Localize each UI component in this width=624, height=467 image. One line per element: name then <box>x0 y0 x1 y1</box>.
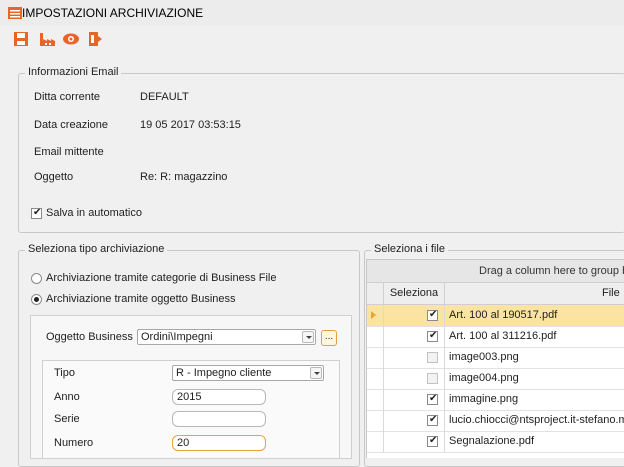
oggetto-business-dropdown[interactable] <box>302 331 314 343</box>
row-select-checkbox[interactable]: ✔ <box>427 414 438 426</box>
row-file-name: Art. 100 al 311216.pdf <box>449 330 557 342</box>
row-indicator <box>367 389 384 410</box>
anno-label: Anno <box>54 391 80 403</box>
serie-input[interactable] <box>172 411 266 427</box>
row-indicator <box>367 431 384 452</box>
row-file-name: image004.png <box>449 372 519 384</box>
table-row[interactable]: ✔ Art. 100 al 190517.pdf <box>367 305 624 327</box>
checkmark-icon: ✔ <box>429 414 438 425</box>
row-select-checkbox[interactable] <box>427 373 438 384</box>
tipo-dropdown[interactable] <box>310 367 322 379</box>
oggetto-business-value: Ordini\Impegni <box>141 331 213 343</box>
row-select-checkbox[interactable]: ✔ <box>427 393 438 405</box>
ditta-value: DEFAULT <box>140 91 189 103</box>
row-select-cell: ✔ <box>384 389 445 410</box>
factory-icon[interactable] <box>38 30 56 48</box>
row-indicator <box>367 347 384 368</box>
files-legend: Seleziona i file <box>371 243 448 255</box>
numero-value: 20 <box>177 437 190 449</box>
app-icon <box>8 7 22 19</box>
exit-icon[interactable] <box>86 30 104 48</box>
radio-selected-dot <box>34 297 39 302</box>
table-row[interactable]: ✔ lucio.chiocci@ntsproject.it-stefano.ma <box>367 410 624 432</box>
ditta-label: Ditta corrente <box>34 91 101 103</box>
column-header-select[interactable]: Seleziona <box>384 283 445 304</box>
chevron-down-icon <box>306 336 312 339</box>
window-title: IMPOSTAZIONI ARCHIVIAZIONE <box>22 6 204 20</box>
row-select-cell: ✔ <box>384 410 445 431</box>
tipo-label: Tipo <box>54 367 75 379</box>
table-row[interactable]: ✔ immagine.png <box>367 389 624 411</box>
current-row-arrow-icon <box>371 311 376 319</box>
row-file-name: Art. 100 al 190517.pdf <box>449 309 558 321</box>
table-row[interactable]: image004.png <box>367 368 624 390</box>
email-info-legend: Informazioni Email <box>25 66 122 78</box>
table-row[interactable]: ✔ Art. 100 al 311216.pdf <box>367 326 624 348</box>
radio-business-file-categories[interactable] <box>31 273 42 284</box>
row-select-cell <box>384 368 445 389</box>
row-file-name: lucio.chiocci@ntsproject.it-stefano.ma <box>449 414 624 426</box>
row-select-checkbox[interactable]: ✔ <box>427 309 438 321</box>
group-by-panel[interactable]: Drag a column here to group by <box>367 260 624 283</box>
row-select-cell: ✔ <box>384 326 445 347</box>
numero-input[interactable]: 20 <box>172 435 266 451</box>
row-select-cell: ✔ <box>384 431 445 452</box>
browse-button[interactable]: ... <box>321 330 337 346</box>
checkmark-icon: ✔ <box>429 435 438 446</box>
checkmark-icon: ✔ <box>429 393 438 404</box>
auto-save-checkbox[interactable]: ✔ <box>31 207 42 219</box>
row-select-checkbox[interactable] <box>427 352 438 363</box>
oggetto-label: Oggetto <box>34 171 74 183</box>
anno-input[interactable]: 2015 <box>172 389 266 405</box>
title-bar: IMPOSTAZIONI ARCHIVIAZIONE <box>0 0 624 26</box>
archive-type-legend: Seleziona tipo archiviazione <box>25 243 168 255</box>
radio-business-object[interactable] <box>31 294 42 305</box>
save-icon[interactable] <box>12 30 30 48</box>
auto-save-label: Salva in automatico <box>46 207 142 219</box>
row-indicator <box>367 326 384 347</box>
group-by-hint: Drag a column here to group by <box>479 265 624 277</box>
row-indicator <box>367 305 384 326</box>
oggetto-business-label: Oggetto Business <box>46 331 133 343</box>
option-business-file-categories: Archiviazione tramite categorie di Busin… <box>46 272 277 284</box>
oggetto-business-combo[interactable]: Ordini\Impegni <box>137 329 316 345</box>
serie-label: Serie <box>54 413 80 425</box>
row-select-cell <box>384 347 445 368</box>
column-header-file[interactable]: File <box>602 287 620 299</box>
table-row[interactable]: ✔ Segnalazione.pdf <box>367 431 624 453</box>
row-indicator <box>367 410 384 431</box>
table-row[interactable]: image003.png <box>367 347 624 369</box>
numero-label: Numero <box>54 437 94 449</box>
chevron-down-icon <box>314 372 320 375</box>
anno-value: 2015 <box>177 391 202 403</box>
email-mittente-label: Email mittente <box>34 146 104 158</box>
files-grid: Drag a column here to group by Seleziona… <box>366 259 624 458</box>
row-select-checkbox[interactable]: ✔ <box>427 330 438 342</box>
row-select-cell: ✔ <box>384 305 445 326</box>
row-select-checkbox[interactable]: ✔ <box>427 435 438 447</box>
oggetto-value: Re: R: magazzino <box>140 171 228 183</box>
row-file-name: image003.png <box>449 351 519 363</box>
tipo-value: R - Impegno cliente <box>176 367 272 379</box>
row-file-name: Segnalazione.pdf <box>449 435 535 447</box>
data-creazione-value: 19 05 2017 03:53:15 <box>140 119 241 131</box>
row-indicator-header <box>367 283 384 304</box>
checkmark-icon: ✔ <box>429 309 438 320</box>
checkmark-icon: ✔ <box>429 330 438 341</box>
row-file-name: immagine.png <box>449 393 519 405</box>
checkmark-icon: ✔ <box>33 207 42 218</box>
data-creazione-label: Data creazione <box>34 119 108 131</box>
tipo-combo[interactable]: R - Impegno cliente <box>172 365 324 381</box>
option-business-object: Archiviazione tramite oggetto Business <box>46 293 236 305</box>
grid-header: Seleziona File <box>367 283 624 305</box>
eye-icon[interactable] <box>62 30 80 48</box>
row-indicator <box>367 368 384 389</box>
